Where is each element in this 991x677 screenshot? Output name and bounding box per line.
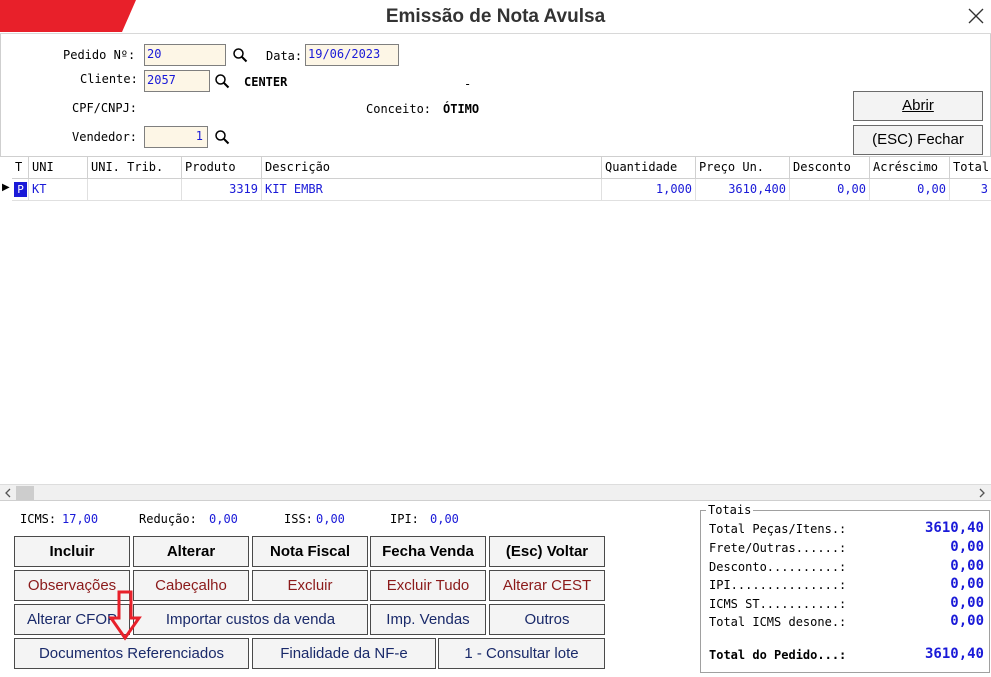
search-icon[interactable] (214, 129, 230, 145)
column-header-descricao[interactable]: Descrição (262, 157, 602, 179)
abrir-button[interactable]: Abrir (853, 91, 983, 121)
column-header-quantidade[interactable]: Quantidade (602, 157, 696, 179)
row-type-cell[interactable]: P (12, 179, 29, 201)
title-bar: Emissão de Nota Avulsa (0, 0, 991, 34)
row-uni-cell[interactable]: KT (29, 179, 88, 201)
finalidade-nfe-button[interactable]: Finalidade da NF-e (252, 638, 436, 669)
alterar-button[interactable]: Alterar (133, 536, 249, 567)
fechar-button-label: (ESC) Fechar (872, 131, 964, 148)
row-desconto-cell[interactable]: 0,00 (790, 179, 870, 201)
column-header-t[interactable]: T (12, 157, 29, 179)
cabecalho-button[interactable]: Cabeçalho (133, 570, 249, 601)
vendedor-field[interactable]: 1 (144, 126, 208, 148)
row-preco-cell[interactable]: 3610,400 (696, 179, 790, 201)
fechar-button[interactable]: (ESC) Fechar (853, 125, 983, 155)
row-uni-trib-cell[interactable] (88, 179, 182, 201)
cliente-label: Cliente: (80, 72, 138, 86)
row-type-badge: P (14, 182, 27, 197)
excluir-button[interactable]: Excluir (252, 570, 368, 601)
totals-label: Total ICMS desone.: (709, 615, 847, 629)
row-descricao-cell[interactable]: KIT EMBR (262, 179, 602, 201)
row-produto-cell[interactable]: 3319 (182, 179, 262, 201)
column-header-uni-trib[interactable]: UNI. Trib. (88, 157, 182, 179)
totals-value: 0,00 (950, 595, 984, 611)
incluir-button[interactable]: Incluir (14, 536, 130, 567)
totals-value: 0,00 (950, 558, 984, 574)
column-header-uni[interactable]: UNI (29, 157, 88, 179)
horizontal-scrollbar[interactable] (0, 484, 991, 500)
column-header-preco[interactable]: Preço Un. (696, 157, 790, 179)
scrollbar-thumb[interactable] (16, 486, 34, 500)
pedido-field[interactable]: 20 (144, 44, 226, 66)
icms-label: ICMS: (20, 512, 57, 526)
alterar-cest-button[interactable]: Alterar CEST (489, 570, 605, 601)
reducao-value: 0,00 (209, 512, 238, 526)
totals-value: 0,00 (950, 613, 984, 629)
imp-vendas-button[interactable]: Imp. Vendas (370, 604, 486, 635)
row-quantidade-cell[interactable]: 1,000 (602, 179, 696, 201)
close-button[interactable] (961, 1, 991, 33)
data-label: Data: (266, 49, 303, 63)
fecha-venda-button[interactable]: Fecha Venda (370, 536, 486, 567)
totals-value: 3610,40 (924, 520, 984, 536)
voltar-button[interactable]: (Esc) Voltar (489, 536, 605, 567)
cliente-extra: - (464, 77, 472, 91)
cliente-field[interactable]: 2057 (144, 70, 210, 92)
totals-label: Total Peças/Itens.: (709, 522, 847, 536)
consultar-lote-button[interactable]: 1 - Consultar lote (438, 638, 605, 669)
items-grid[interactable]: T UNI UNI. Trib. Produto Descrição Quant… (0, 157, 991, 484)
outros-button[interactable]: Outros (489, 604, 605, 635)
column-header-acrescimo[interactable]: Acréscimo (870, 157, 950, 179)
totals-value: 0,00 (950, 576, 984, 592)
excluir-tudo-button[interactable]: Excluir Tudo (370, 570, 486, 601)
column-header-desconto[interactable]: Desconto (790, 157, 870, 179)
ipi-value: 0,00 (430, 512, 459, 526)
totals-label: Desconto..........: (709, 560, 847, 574)
cliente-name: CENTER (244, 75, 288, 89)
window-title: Emissão de Nota Avulsa (385, 6, 606, 27)
documentos-referenciados-button[interactable]: Documentos Referenciados (14, 638, 249, 669)
totals-label: Frete/Outras......: (709, 541, 847, 555)
conceito-label: Conceito: (366, 102, 432, 116)
row-indicator-icon: ▶ (2, 182, 10, 193)
importar-custos-button[interactable]: Importar custos da venda (133, 604, 368, 635)
totals-label: IPI...............: (709, 578, 847, 592)
cpf-label: CPF/CNPJ: (72, 101, 138, 115)
pedido-label: Pedido Nº: (63, 48, 136, 62)
scroll-left-icon[interactable] (3, 488, 13, 498)
ipi-label: IPI: (390, 512, 419, 526)
vendedor-label: Vendedor: (72, 130, 138, 144)
totals-value: 0,00 (950, 539, 984, 555)
totals-label: ICMS ST...........: (709, 597, 847, 611)
arrow-down-icon (108, 590, 142, 641)
search-icon[interactable] (232, 47, 248, 63)
column-header-total[interactable]: Total (950, 157, 991, 179)
column-header-produto[interactable]: Produto (182, 157, 262, 179)
totals-title: Totais (706, 503, 754, 517)
total-pedido-value: 3610,40 (924, 646, 984, 662)
reducao-label: Redução: (139, 512, 197, 526)
total-pedido-label: Total do Pedido...: (709, 648, 847, 662)
scroll-right-icon[interactable] (977, 488, 987, 498)
close-icon (968, 8, 984, 24)
row-total-cell[interactable]: 3 (950, 179, 991, 201)
icms-value: 17,00 (62, 512, 99, 526)
iss-label: ISS: (284, 512, 313, 526)
conceito-value: ÓTIMO (443, 102, 480, 116)
search-icon[interactable] (214, 73, 230, 89)
iss-value: 0,00 (316, 512, 345, 526)
data-field[interactable]: 19/06/2023 (305, 44, 399, 66)
row-acrescimo-cell[interactable]: 0,00 (870, 179, 950, 201)
nota-fiscal-button[interactable]: Nota Fiscal (252, 536, 368, 567)
abrir-button-label: Abrir (902, 97, 934, 114)
